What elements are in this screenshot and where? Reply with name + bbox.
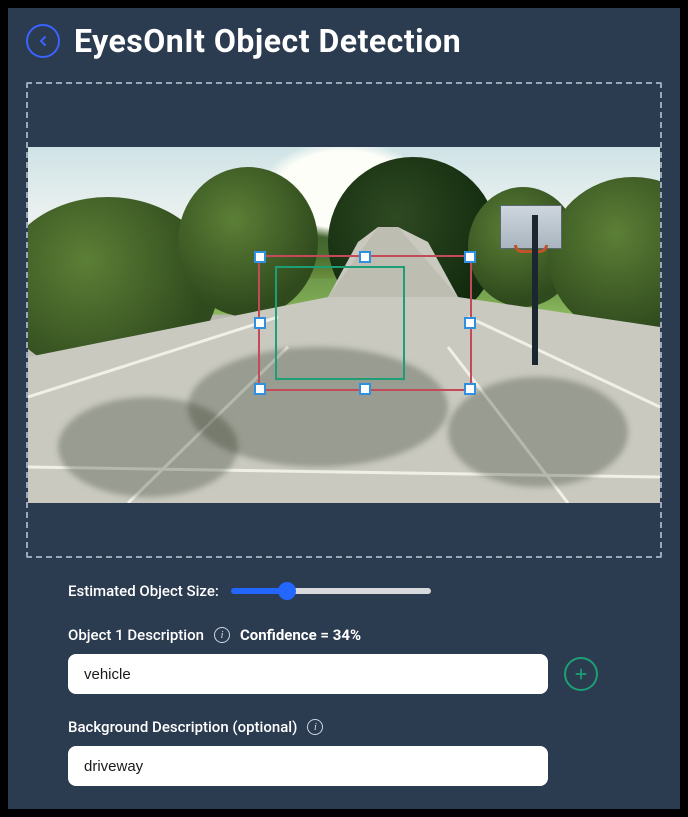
back-button[interactable] xyxy=(26,24,60,58)
resize-handle-e[interactable] xyxy=(464,317,476,329)
background-label-row: Background Description (optional) i xyxy=(68,718,620,736)
resize-handle-s[interactable] xyxy=(359,383,371,395)
add-object-button[interactable] xyxy=(564,657,598,691)
resize-handle-w[interactable] xyxy=(254,317,266,329)
object1-input-row xyxy=(68,654,620,694)
resize-handle-n[interactable] xyxy=(359,251,371,263)
resize-handle-nw[interactable] xyxy=(254,251,266,263)
shadow xyxy=(58,397,238,497)
arrow-left-icon xyxy=(35,33,51,49)
background-input[interactable] xyxy=(68,746,548,786)
resize-handle-sw[interactable] xyxy=(254,383,266,395)
object1-label: Object 1 Description xyxy=(68,626,204,644)
size-slider-thumb[interactable] xyxy=(278,582,296,600)
app-root: EyesOnIt Object Detection xyxy=(8,8,680,809)
resize-handle-ne[interactable] xyxy=(464,251,476,263)
page-title: EyesOnIt Object Detection xyxy=(74,22,461,60)
camera-image xyxy=(28,147,660,503)
image-dropzone[interactable] xyxy=(26,82,662,558)
info-icon[interactable]: i xyxy=(214,627,230,643)
object1-input[interactable] xyxy=(68,654,548,694)
basketball-pole xyxy=(532,215,538,365)
resize-handle-se[interactable] xyxy=(464,383,476,395)
info-icon[interactable]: i xyxy=(307,719,323,735)
size-slider[interactable] xyxy=(231,588,431,594)
object1-label-row: Object 1 Description i Confidence = 34% xyxy=(68,626,620,644)
detection-box-inner[interactable] xyxy=(275,266,405,380)
header: EyesOnIt Object Detection xyxy=(8,8,680,82)
size-label: Estimated Object Size: xyxy=(68,582,219,600)
basketball-hoop xyxy=(514,245,548,253)
size-row: Estimated Object Size: xyxy=(68,582,620,600)
basketball-backboard xyxy=(500,205,562,249)
background-label: Background Description (optional) xyxy=(68,718,297,736)
form-area: Estimated Object Size: Object 1 Descript… xyxy=(8,558,680,786)
confidence-label: Confidence = 34% xyxy=(240,626,361,644)
plus-icon xyxy=(573,666,589,682)
background-input-row xyxy=(68,746,620,786)
